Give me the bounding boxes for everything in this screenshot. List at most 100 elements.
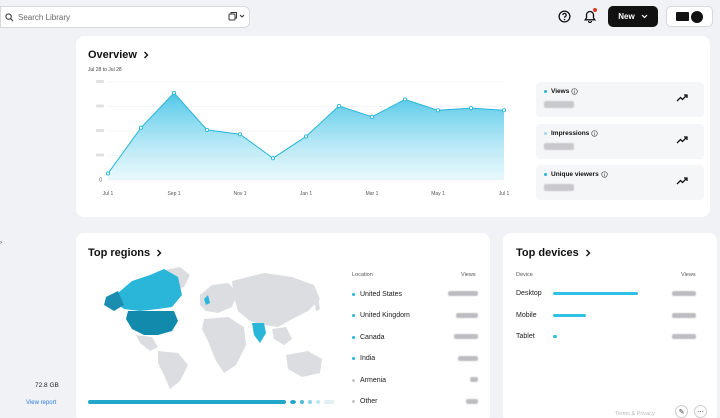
data-point[interactable] xyxy=(369,114,375,119)
map-region-africa[interactable] xyxy=(202,317,246,373)
region-row[interactable]: Other xyxy=(352,396,482,408)
top-devices-card: Top devices Device Views Desktop Mobile Ta… xyxy=(503,233,717,418)
data-point[interactable] xyxy=(138,125,144,130)
info-icon[interactable] xyxy=(601,171,608,178)
new-button[interactable]: New xyxy=(608,6,658,27)
metric-unique-viewers[interactable]: Unique viewers xyxy=(536,165,704,200)
region-name: Canada xyxy=(360,333,385,341)
copy-icon xyxy=(228,12,237,21)
series-dot xyxy=(544,90,547,93)
top-regions-card: Top regions Location Views United States… xyxy=(76,233,490,418)
region-name: United Kingdom xyxy=(360,312,410,319)
pager-dot[interactable] xyxy=(290,400,296,404)
y-tick-blurred xyxy=(96,104,104,108)
map-region-southeast-asia[interactable] xyxy=(272,327,292,345)
region-name: Other xyxy=(360,398,378,405)
overview-chart: Jul 1 Sep 1 Nov 1 Jan 1 Mar 1 May 1 Jul 1 0 xyxy=(96,80,509,197)
data-point[interactable] xyxy=(303,134,309,139)
edit-icon[interactable]: ✎ xyxy=(675,405,688,418)
map-region-india[interactable] xyxy=(252,323,266,343)
chevron-down-icon xyxy=(239,14,245,18)
map-region-canada[interactable] xyxy=(116,269,182,311)
metric-views[interactable]: Views xyxy=(536,82,704,117)
region-row[interactable]: United States xyxy=(352,288,482,300)
data-point[interactable] xyxy=(204,127,210,132)
top-regions-title-text: Top regions xyxy=(88,247,151,259)
more-icon[interactable]: ⋯ xyxy=(694,405,707,418)
data-point[interactable] xyxy=(171,90,177,95)
map-region-australia[interactable] xyxy=(286,351,322,377)
device-row[interactable]: Mobile xyxy=(516,310,710,322)
notifications-button[interactable] xyxy=(582,8,598,24)
region-dot xyxy=(352,378,355,382)
pager-dot[interactable] xyxy=(316,400,320,404)
info-icon[interactable] xyxy=(591,130,598,137)
region-row[interactable]: Armenia xyxy=(352,374,482,386)
top-devices-title[interactable]: Top devices xyxy=(516,247,591,259)
world-map xyxy=(104,267,322,389)
x-tick-label: Mar 1 xyxy=(366,191,379,197)
view-report-link[interactable]: View report xyxy=(26,400,56,406)
data-point[interactable] xyxy=(336,103,342,109)
search-scope-selector[interactable] xyxy=(228,11,245,21)
sidebar-expand-icon[interactable]: › xyxy=(0,240,2,246)
map-region-asia[interactable] xyxy=(232,273,320,327)
data-point[interactable] xyxy=(105,171,111,176)
map-region-south-america[interactable] xyxy=(158,351,188,389)
metric-impressions-text: Impressions xyxy=(551,130,590,137)
metric-views-label: Views xyxy=(544,88,578,95)
col-location: Location xyxy=(352,272,373,278)
help-icon xyxy=(557,9,571,23)
metric-impressions[interactable]: Impressions xyxy=(536,124,704,159)
x-tick-label: Jul 1 xyxy=(103,191,114,197)
device-share-bar xyxy=(553,292,638,295)
data-point[interactable] xyxy=(237,132,243,137)
data-point[interactable] xyxy=(468,106,474,111)
device-views-value xyxy=(672,291,696,296)
date-range: Jul 28 to Jul 28 xyxy=(88,67,122,73)
device-share-bar xyxy=(553,313,586,317)
help-button[interactable] xyxy=(556,8,572,24)
metric-impressions-value xyxy=(544,143,574,150)
region-row[interactable]: Canada xyxy=(352,331,482,343)
region-dot xyxy=(352,400,355,403)
chevron-right-icon xyxy=(143,51,149,59)
region-views-value xyxy=(470,377,478,382)
series-dot xyxy=(544,132,547,135)
data-point[interactable] xyxy=(402,97,408,102)
search-input[interactable] xyxy=(18,12,208,22)
x-tick-label: Nov 1 xyxy=(233,191,246,197)
storage-used: 72.8 GB xyxy=(35,382,59,389)
info-icon[interactable] xyxy=(571,88,578,95)
col-device: Device xyxy=(516,272,533,278)
pager-dot[interactable] xyxy=(300,400,304,404)
account-button[interactable] xyxy=(666,6,713,27)
notification-badge xyxy=(593,8,597,12)
region-views-value xyxy=(448,291,478,296)
data-point[interactable] xyxy=(501,108,507,113)
regions-pager[interactable] xyxy=(88,400,334,404)
region-row[interactable]: United Kingdom xyxy=(352,310,482,322)
pager-dot[interactable] xyxy=(324,400,334,404)
device-name: Tablet xyxy=(516,333,535,340)
top-bar: New xyxy=(0,0,720,34)
region-row[interactable]: India xyxy=(352,353,482,365)
top-regions-title[interactable]: Top regions xyxy=(88,247,162,259)
chevron-right-icon xyxy=(585,249,591,257)
device-row[interactable]: Desktop xyxy=(516,288,710,300)
device-row[interactable]: Tablet xyxy=(516,331,710,343)
metric-unique-viewers-text: Unique viewers xyxy=(551,171,599,178)
pager-active[interactable] xyxy=(88,400,286,404)
pager-dot[interactable] xyxy=(308,400,312,404)
col-views: Views xyxy=(681,272,696,278)
data-point[interactable] xyxy=(270,156,276,161)
data-point[interactable] xyxy=(435,108,441,113)
metric-impressions-label: Impressions xyxy=(544,130,598,137)
map-region-mexico[interactable] xyxy=(136,335,158,351)
map-region-united-states[interactable] xyxy=(126,311,178,335)
search-box[interactable] xyxy=(0,6,250,28)
device-views-value xyxy=(672,334,696,339)
terms-privacy-link[interactable]: Terms & Privacy xyxy=(615,411,655,417)
overview-title[interactable]: Overview xyxy=(88,49,149,61)
region-dot xyxy=(352,335,355,339)
